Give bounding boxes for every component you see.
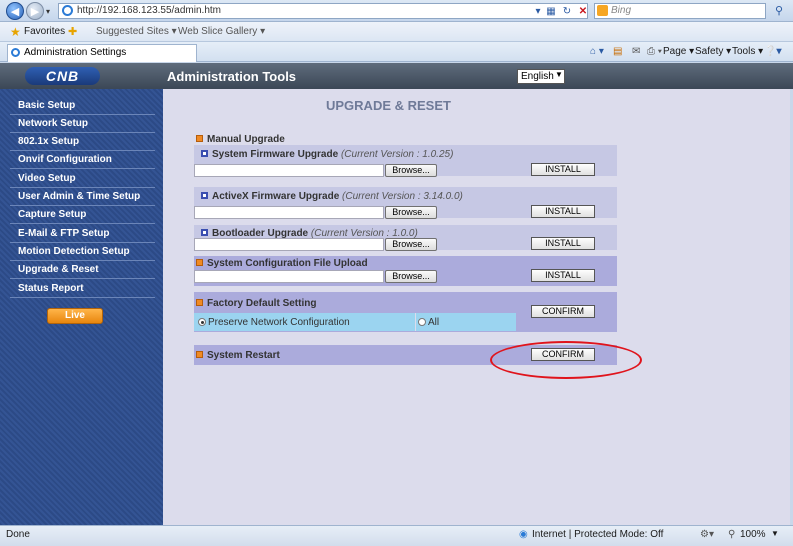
bootloader-file-input[interactable] [194, 238, 384, 251]
print-icon[interactable]: ⎙ ▾ [647, 44, 662, 60]
preserve-network-label: Preserve Network Configuration [208, 317, 350, 328]
page-header [0, 63, 793, 89]
back-button[interactable]: ◀ [6, 2, 24, 20]
feeds-icon[interactable]: ▤ [613, 44, 622, 60]
home-icon[interactable]: ⌂ ▾ [590, 44, 604, 60]
fav-suggested-sites[interactable]: Suggested Sites ▾ [96, 25, 177, 39]
firmware-install-button[interactable]: INSTALL [531, 163, 595, 176]
search-input[interactable]: Bing [594, 3, 766, 19]
forward-button[interactable]: ▶ [26, 2, 44, 20]
firmware-file-input[interactable] [194, 164, 384, 177]
status-text: Done [6, 529, 30, 540]
zoom-icon: ⚲ [728, 529, 736, 540]
page-menu[interactable]: Page ▾ [663, 44, 694, 60]
tools-menu[interactable]: Tools ▾ [732, 44, 763, 60]
tab-ie-icon [11, 48, 20, 57]
zoom-dropdown-icon[interactable]: ▼ [771, 529, 779, 538]
bootloader-install-button[interactable]: INSTALL [531, 237, 595, 250]
section-bullet-icon [196, 135, 203, 142]
activex-file-input[interactable] [194, 206, 384, 219]
sidebar-item-upgrade-reset[interactable]: Upgrade & Reset [10, 261, 155, 279]
factory-default-confirm-button[interactable]: CONFIRM [531, 305, 595, 318]
sidebar-item-status-report[interactable]: Status Report [10, 280, 155, 298]
section-bullet-icon [196, 299, 203, 306]
config-file-input[interactable] [194, 270, 384, 283]
factory-default-heading: Factory Default Setting [207, 298, 317, 309]
section-bullet-icon [196, 351, 203, 358]
bing-icon [597, 5, 608, 16]
security-zone[interactable]: Internet | Protected Mode: Off [532, 529, 663, 540]
subsection-bullet-icon [201, 192, 208, 199]
compatibility-view-icon[interactable]: ▦ [544, 5, 558, 18]
safety-menu[interactable]: Safety ▾ [695, 44, 731, 60]
section-bullet-icon [196, 259, 203, 266]
protected-mode-icon[interactable]: ⚙▾ [700, 529, 714, 540]
config-browse-button[interactable]: Browse... [385, 270, 437, 283]
chevron-down-icon: ▼ [555, 70, 563, 79]
search-icon[interactable]: ⚲ [770, 3, 788, 19]
address-bar[interactable]: http://192.168.123.55/admin.htm [58, 3, 588, 19]
address-dropdown-icon[interactable]: ▾ [531, 5, 545, 18]
mail-icon[interactable]: ✉ [632, 44, 640, 60]
firmware-current-version: (Current Version : 1.0.25) [340, 149, 454, 160]
add-favorite-icon[interactable]: ✚ [68, 25, 77, 39]
page-title: UPGRADE & RESET [326, 98, 451, 113]
stop-icon[interactable]: ✕ [576, 5, 590, 18]
zoom-level[interactable]: 100% [740, 529, 766, 540]
sidebar-item-8021x-setup[interactable]: 802.1x Setup [10, 133, 155, 151]
sidebar-item-basic-setup[interactable]: Basic Setup [10, 97, 155, 115]
subsection-bullet-icon [201, 150, 208, 157]
sidebar-item-email-ftp-setup[interactable]: E-Mail & FTP Setup [10, 225, 155, 243]
star-icon: ★ [10, 25, 21, 39]
sidebar-item-capture-setup[interactable]: Capture Setup [10, 206, 155, 224]
tab-administration-settings[interactable]: Administration Settings [7, 44, 197, 62]
sidebar-item-user-admin-time-setup[interactable]: User Admin & Time Setup [10, 188, 155, 206]
firmware-upgrade-label: System Firmware Upgrade (Current Version… [212, 149, 454, 160]
highlight-ellipse [490, 341, 642, 379]
bootloader-browse-button[interactable]: Browse... [385, 238, 437, 251]
activex-install-button[interactable]: INSTALL [531, 205, 595, 218]
activex-current-version: (Current Version : 3.14.0.0) [342, 191, 463, 202]
firmware-browse-button[interactable]: Browse... [385, 164, 437, 177]
page-icon [62, 5, 73, 16]
config-install-button[interactable]: INSTALL [531, 269, 595, 282]
favorites-button[interactable]: Favorites [24, 25, 65, 39]
admin-tools-title: Administration Tools [167, 69, 297, 84]
all-radio[interactable] [418, 318, 426, 326]
sidebar-item-video-setup[interactable]: Video Setup [10, 170, 155, 188]
status-bar [0, 525, 793, 546]
all-label: All [428, 317, 440, 328]
sidebar-item-network-setup[interactable]: Network Setup [10, 115, 155, 133]
preserve-network-radio[interactable] [198, 318, 206, 326]
globe-icon: ◉ [519, 529, 528, 540]
subsection-bullet-icon [201, 229, 208, 236]
live-button[interactable]: Live [47, 308, 103, 324]
refresh-icon[interactable]: ↻ [560, 5, 574, 18]
sidebar-item-onvif-configuration[interactable]: Onvif Configuration [10, 151, 155, 169]
cnb-logo: CNB [25, 67, 100, 85]
config-upload-heading: System Configuration File Upload [207, 258, 368, 269]
manual-upgrade-heading: Manual Upgrade [207, 134, 285, 145]
help-icon[interactable]: ❔▾ [764, 44, 781, 60]
system-restart-heading: System Restart [207, 350, 280, 361]
activex-browse-button[interactable]: Browse... [385, 206, 437, 219]
history-dropdown-icon[interactable]: ▾ [46, 7, 50, 16]
sidebar-item-motion-detection-setup[interactable]: Motion Detection Setup [10, 243, 155, 261]
fav-web-slice-gallery[interactable]: Web Slice Gallery ▾ [178, 25, 265, 39]
activex-upgrade-label: ActiveX Firmware Upgrade (Current Versio… [212, 191, 463, 202]
